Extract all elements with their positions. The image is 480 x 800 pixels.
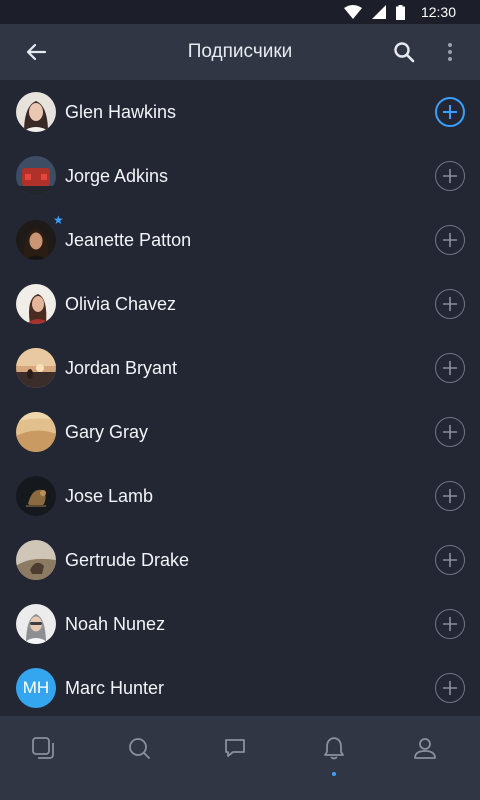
more-button[interactable] (440, 38, 460, 66)
avatar (16, 348, 56, 388)
star-icon: ★ (53, 213, 64, 227)
nav-search[interactable] (119, 728, 159, 768)
follow-button[interactable] (435, 225, 465, 255)
list-item[interactable]: Jordan Bryant (0, 336, 480, 400)
avatar-initials: MH (16, 668, 56, 708)
follower-name: Glen Hawkins (65, 102, 177, 122)
nav-profile[interactable] (405, 728, 445, 768)
avatar (16, 156, 56, 196)
follower-name: Jorge Adkins (65, 166, 169, 186)
follower-name: Olivia Chavez (65, 294, 177, 314)
status-icons: 12:30 (343, 0, 456, 24)
follow-button[interactable] (435, 609, 465, 639)
list-item[interactable]: Noah Nunez (0, 592, 480, 656)
avatar (16, 604, 56, 644)
follow-button[interactable] (435, 97, 465, 127)
follower-name: Noah Nunez (65, 614, 166, 634)
follow-button[interactable] (435, 545, 465, 575)
avatar (16, 220, 56, 260)
active-indicator (332, 772, 336, 776)
battery-icon (395, 4, 405, 20)
list-item[interactable]: Gertrude Drake (0, 528, 480, 592)
avatar (16, 476, 56, 516)
list-item[interactable]: Glen Hawkins (0, 80, 480, 144)
follower-name: Jordan Bryant (65, 358, 178, 378)
follow-button[interactable] (435, 161, 465, 191)
list-item[interactable]: ★ Jeanette Patton (0, 208, 480, 272)
messages-icon (225, 739, 245, 757)
feed-icon (32, 737, 54, 759)
follow-button[interactable] (435, 481, 465, 511)
plus-icon (443, 361, 457, 375)
follower-name: Jose Lamb (65, 486, 154, 506)
follow-button[interactable] (435, 353, 465, 383)
back-button[interactable] (22, 38, 50, 66)
plus-icon (443, 105, 457, 119)
nav-feed[interactable] (23, 728, 63, 768)
plus-icon (443, 681, 457, 695)
follower-name: Marc Hunter (65, 678, 165, 698)
avatar (16, 540, 56, 580)
search-button[interactable] (390, 38, 418, 66)
avatar (16, 284, 56, 324)
bottom-nav (0, 716, 480, 800)
list-item[interactable]: Jose Lamb (0, 464, 480, 528)
nav-notifications[interactable] (314, 728, 354, 768)
plus-icon (443, 169, 457, 183)
follower-name: Jeanette Patton (65, 230, 192, 250)
list-item[interactable]: Olivia Chavez (0, 272, 480, 336)
follower-name: Gertrude Drake (65, 550, 190, 570)
arrow-left-icon (26, 43, 47, 61)
avatar (16, 412, 56, 452)
more-vertical-icon (448, 43, 452, 61)
signal-icon (371, 5, 386, 19)
wifi-icon (343, 5, 362, 19)
status-bar: 12:30 (0, 0, 480, 24)
follow-button[interactable] (435, 417, 465, 447)
followers-list: Glen Hawkins Jorge Adkins ★ Jeanette Pat… (0, 80, 480, 716)
list-item[interactable]: Gary Gray (0, 400, 480, 464)
plus-icon (443, 425, 457, 439)
plus-icon (443, 553, 457, 567)
follower-name: Gary Gray (65, 422, 149, 442)
notifications-icon (324, 737, 344, 760)
nav-messages[interactable] (215, 728, 255, 768)
follow-button[interactable] (435, 673, 465, 703)
plus-icon (443, 617, 457, 631)
plus-icon (443, 489, 457, 503)
search-icon (394, 42, 415, 63)
follow-button[interactable] (435, 289, 465, 319)
avatar (16, 92, 56, 132)
profile-icon (414, 738, 436, 759)
list-item[interactable]: MH Marc Hunter (0, 656, 480, 720)
status-time: 12:30 (420, 4, 456, 20)
search-icon (129, 738, 150, 759)
list-item[interactable]: Jorge Adkins (0, 144, 480, 208)
plus-icon (443, 233, 457, 247)
plus-icon (443, 297, 457, 311)
app-bar: Подписчики (0, 24, 480, 80)
